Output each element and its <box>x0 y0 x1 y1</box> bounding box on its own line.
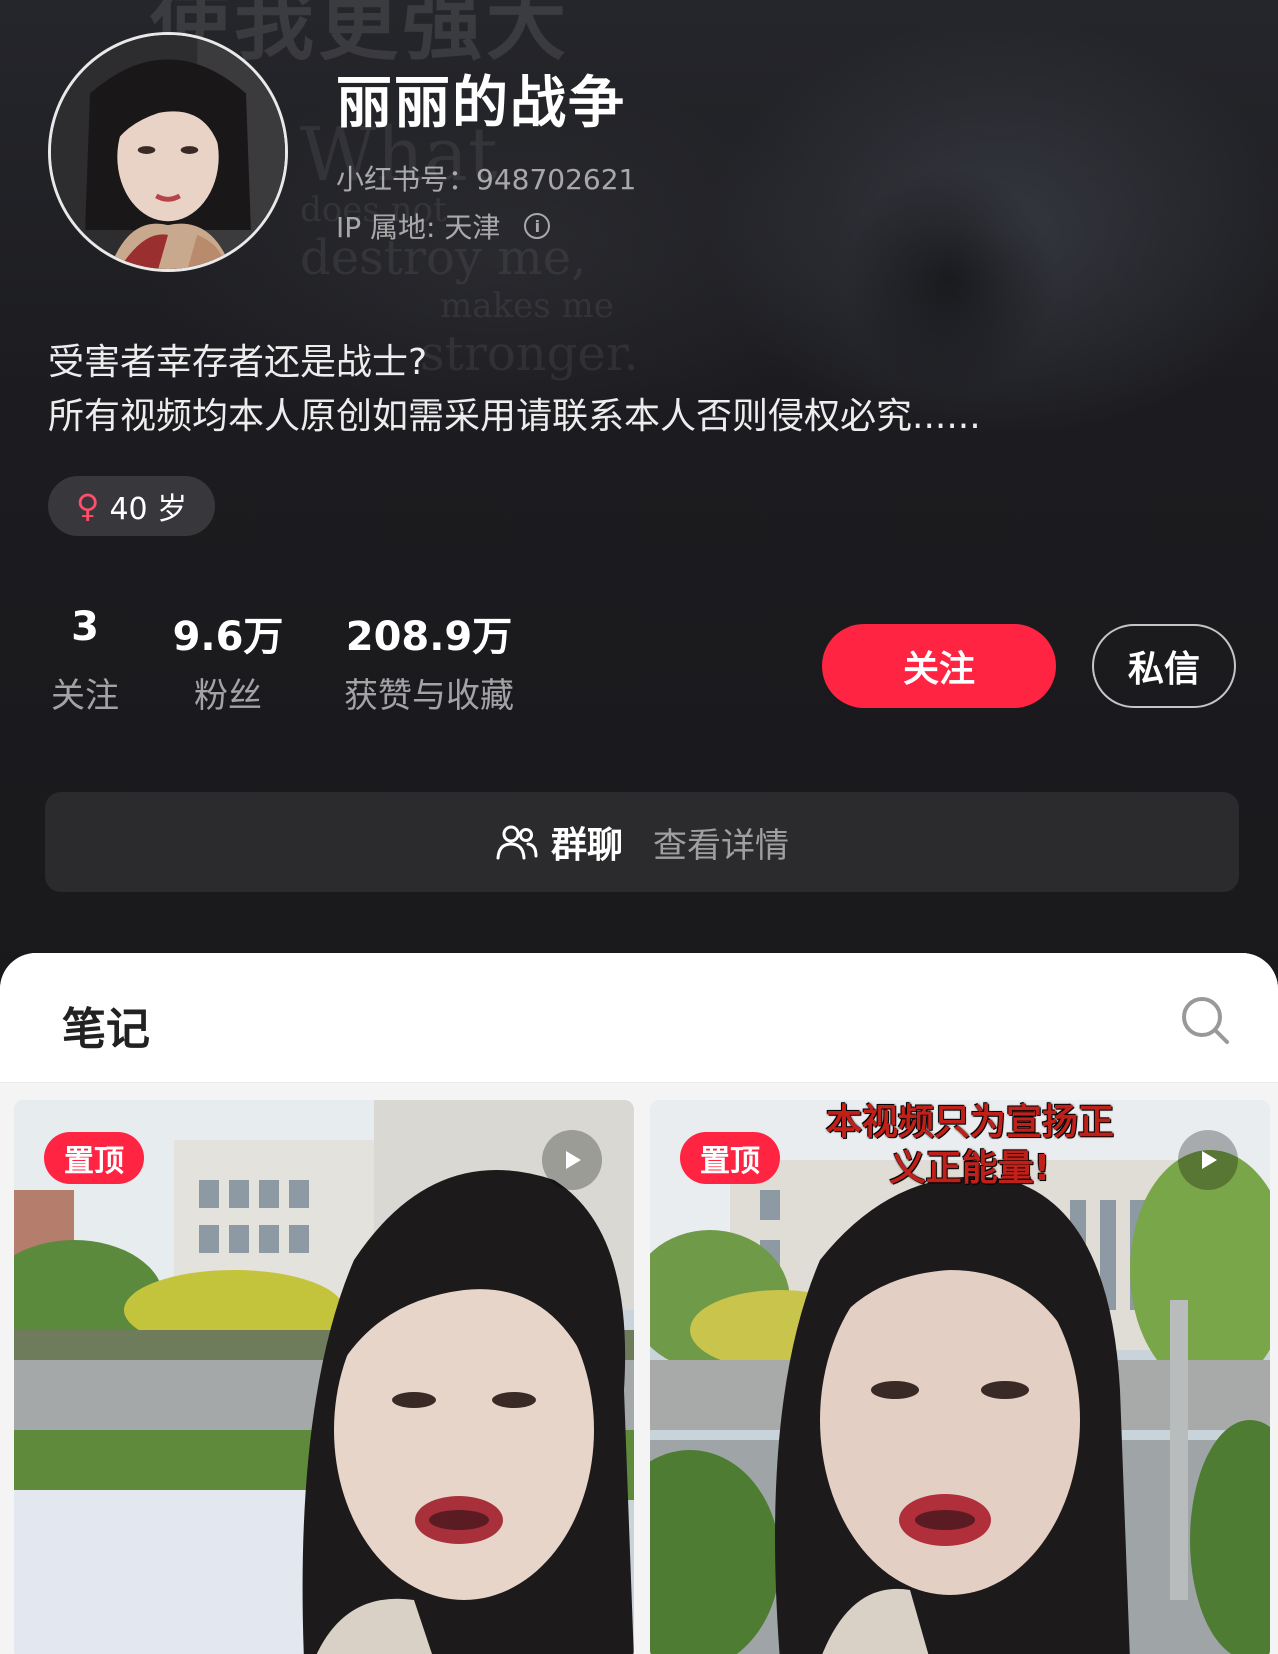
profile-id[interactable]: 小红书号：948702621 <box>336 158 636 198</box>
ip-location-text: IP 属地: 天津 <box>336 211 501 244</box>
play-icon <box>542 1130 602 1190</box>
group-chat-label: 群聊 <box>550 825 623 866</box>
female-icon: ♀ <box>76 487 100 525</box>
note-card[interactable]: 本视频只为宣扬正义正能量! 置顶 <box>650 1100 1270 1654</box>
message-button[interactable]: 私信 <box>1092 624 1236 708</box>
notes-header: 笔记 <box>0 953 1278 1083</box>
pinned-badge: 置顶 <box>680 1132 780 1184</box>
profile-ip-location: IP 属地: 天津 i <box>336 206 551 246</box>
avatar[interactable] <box>48 32 288 272</box>
age-label: 40 岁 <box>109 492 188 527</box>
note-card[interactable]: 置顶 <box>14 1100 634 1654</box>
video-caption: 本视频只为宣扬正义正能量! <box>825 1102 1114 1189</box>
stat-followers-label: 粉丝 <box>194 676 262 716</box>
avatar-photo <box>51 35 285 269</box>
age-tag: ♀ 40 岁 <box>48 476 216 536</box>
profile-nickname: 丽丽的战争 <box>336 71 626 136</box>
notes-sheet: 笔记 置顶 本视频只为宣扬正义正能量! 置顶 <box>0 953 1278 1654</box>
stat-likes-label: 获赞与收藏 <box>344 676 514 716</box>
follow-button[interactable]: 关注 <box>822 624 1056 708</box>
bio-line: 受害者幸存者还是战士? <box>48 342 428 383</box>
group-icon <box>496 825 538 860</box>
banner-quote-line: makes me <box>440 286 614 326</box>
play-icon <box>1178 1130 1238 1190</box>
tab-notes[interactable]: 笔记 <box>62 993 150 1057</box>
profile-bio: 受害者幸存者还是战士? 所有视频均本人原创如需采用请联系本人否则侵权必究....… <box>48 336 981 444</box>
search-icon[interactable] <box>1178 993 1232 1047</box>
pinned-badge: 置顶 <box>44 1132 144 1184</box>
bio-line: 所有视频均本人原创如需采用请联系本人否则侵权必究...... <box>48 396 981 437</box>
stat-following[interactable]: 3 关注 <box>48 604 122 717</box>
stat-following-label: 关注 <box>51 676 119 716</box>
group-chat-bar[interactable]: 群聊 查看详情 <box>45 792 1239 892</box>
group-chat-detail: 查看详情 <box>653 825 789 866</box>
stat-likes-collects[interactable]: 208.9万 获赞与收藏 <box>336 604 522 717</box>
stat-following-value: 3 <box>71 604 99 650</box>
stat-likes-value: 208.9万 <box>345 614 513 660</box>
stat-followers[interactable]: 9.6万 粉丝 <box>170 604 286 717</box>
stat-followers-value: 9.6万 <box>172 614 284 660</box>
profile-header: 使我更强大 What does not destroy me, makes me… <box>0 0 1278 1010</box>
info-icon[interactable]: i <box>524 213 551 239</box>
